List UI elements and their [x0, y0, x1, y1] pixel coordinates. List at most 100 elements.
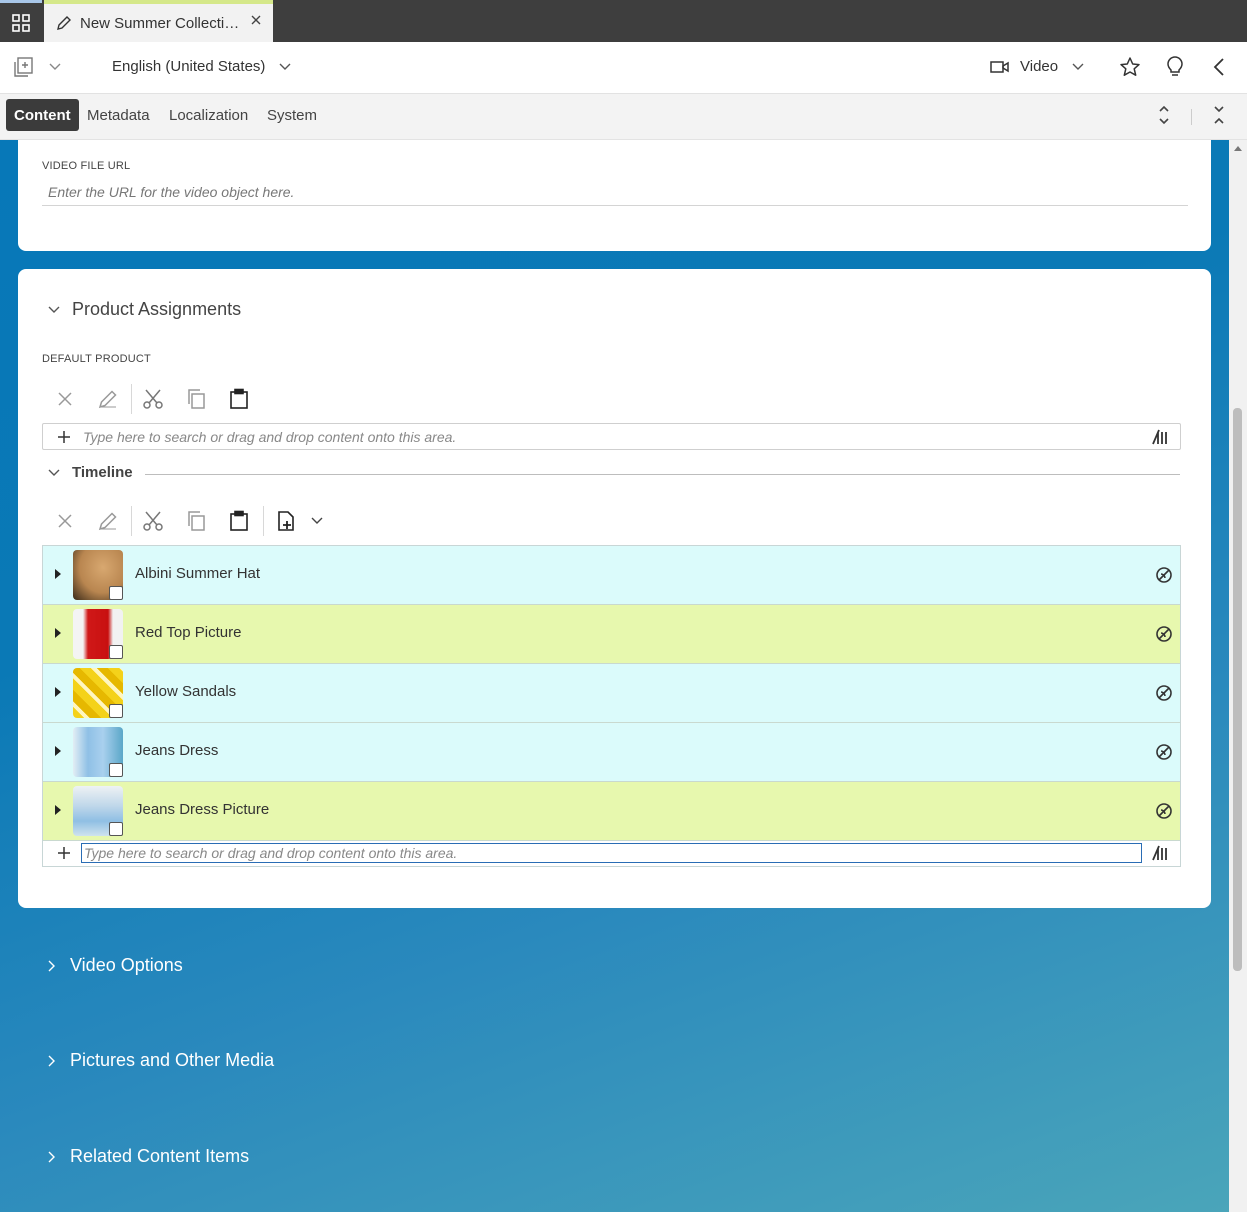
- toolbar-divider: [131, 384, 132, 414]
- list-item[interactable]: Jeans Dress: [43, 723, 1180, 782]
- tab-localization[interactable]: Localization: [169, 99, 248, 131]
- picture-badge-icon: [109, 822, 123, 836]
- tips-button[interactable]: [1165, 56, 1185, 78]
- dropzone-placeholder: Type here to search or drag and drop con…: [83, 429, 457, 445]
- lightbulb-icon: [1167, 56, 1183, 76]
- collapse-panel-button[interactable]: [1212, 57, 1226, 77]
- pencil-icon: [98, 512, 117, 531]
- video-camera-icon: [990, 60, 1009, 73]
- timeline-dropzone[interactable]: Type here to search or drag and drop con…: [43, 841, 1180, 866]
- product-badge-icon: [109, 586, 123, 600]
- collapse-all-button[interactable]: [1212, 99, 1226, 131]
- cut-button[interactable]: [137, 383, 169, 415]
- edit-button[interactable]: [92, 383, 124, 415]
- unpublished-status-icon: [1156, 685, 1172, 701]
- chevron-down-icon: [279, 63, 291, 70]
- scroll-up-arrow-icon[interactable]: [1233, 144, 1243, 152]
- expand-all-button[interactable]: [1157, 99, 1171, 131]
- new-document-icon: [14, 57, 33, 77]
- section-video-options[interactable]: Video Options: [48, 955, 183, 976]
- timeline-paste-button[interactable]: [223, 505, 255, 537]
- unpublished-status-icon: [1156, 567, 1172, 583]
- app-grid-button[interactable]: [0, 0, 42, 42]
- product-assignments-toggle[interactable]: Product Assignments: [48, 299, 241, 320]
- default-product-dropzone[interactable]: Type here to search or drag and drop con…: [42, 423, 1181, 450]
- dropzone-placeholder: Type here to search or drag and drop con…: [84, 845, 458, 861]
- close-icon: [58, 514, 72, 528]
- timeline-toggle[interactable]: Timeline: [48, 464, 133, 481]
- tab-system[interactable]: System: [267, 99, 317, 131]
- library-icon[interactable]: [1152, 845, 1168, 861]
- locale-selector[interactable]: English (United States): [112, 58, 291, 75]
- chevron-down-icon: [48, 469, 60, 476]
- video-file-card: VIDEO FILE URL Enter the URL for the vid…: [18, 140, 1211, 251]
- list-item[interactable]: Albini Summer Hat: [43, 546, 1180, 605]
- clipboard-icon: [230, 510, 248, 531]
- default-product-label: DEFAULT PRODUCT: [42, 353, 151, 365]
- clipboard-icon: [230, 388, 248, 409]
- list-item[interactable]: Jeans Dress Picture: [43, 782, 1180, 841]
- content-type-selector[interactable]: Video: [990, 58, 1084, 75]
- scrollbar-thumb[interactable]: [1233, 408, 1242, 971]
- unpublished-status-icon: [1156, 744, 1172, 760]
- unpublished-status-icon: [1156, 626, 1172, 642]
- section-title: Pictures and Other Media: [70, 1050, 275, 1070]
- list-item[interactable]: Red Top Picture: [43, 605, 1180, 664]
- star-icon: [1120, 57, 1140, 76]
- plus-icon: [58, 847, 70, 859]
- expand-caret-icon[interactable]: [54, 745, 62, 757]
- list-item-label: Red Top Picture: [135, 624, 242, 641]
- chevron-down-icon: [311, 517, 323, 524]
- unpublished-status-icon: [1156, 803, 1172, 819]
- expand-all-icon: [1159, 105, 1169, 125]
- expand-caret-icon[interactable]: [54, 804, 62, 816]
- section-pictures-media[interactable]: Pictures and Other Media: [48, 1050, 274, 1071]
- timeline-search-input[interactable]: Type here to search or drag and drop con…: [81, 843, 1142, 863]
- bookmark-button[interactable]: [1119, 56, 1141, 78]
- remove-button[interactable]: [49, 383, 81, 415]
- list-item-label: Albini Summer Hat: [135, 565, 261, 582]
- content-type-label: Video: [1020, 58, 1059, 75]
- expand-caret-icon[interactable]: [54, 686, 62, 698]
- product-badge-icon: [109, 763, 123, 777]
- document-tab-title: New Summer Collecti…: [80, 14, 240, 32]
- collapse-all-icon: [1214, 106, 1224, 124]
- timeline-new-content-button[interactable]: [270, 505, 328, 537]
- expand-caret-icon[interactable]: [54, 627, 62, 639]
- copy-icon: [188, 511, 205, 531]
- copy-button[interactable]: [180, 383, 212, 415]
- list-item[interactable]: Yellow Sandals: [43, 664, 1180, 723]
- video-file-url-label: VIDEO FILE URL: [42, 160, 131, 172]
- vertical-scrollbar[interactable]: [1229, 140, 1247, 1212]
- tab-metadata[interactable]: Metadata: [87, 99, 150, 131]
- timeline-cut-button[interactable]: [137, 505, 169, 537]
- close-icon[interactable]: [249, 13, 263, 27]
- library-icon[interactable]: [1152, 429, 1168, 445]
- timeline-remove-button[interactable]: [49, 505, 81, 537]
- timeline-copy-button[interactable]: [180, 505, 212, 537]
- tab-content[interactable]: Content: [6, 99, 79, 131]
- top-tab-bar: New Summer Collecti…: [0, 0, 1247, 42]
- grid-icon: [12, 13, 30, 32]
- chevron-right-icon: [48, 1151, 55, 1162]
- video-file-url-input[interactable]: Enter the URL for the video object here.: [42, 178, 1188, 206]
- list-item-label: Jeans Dress: [135, 742, 219, 759]
- timeline-edit-button[interactable]: [92, 505, 124, 537]
- list-item-label: Yellow Sandals: [135, 683, 237, 700]
- paste-button[interactable]: [223, 383, 255, 415]
- new-content-menu-button[interactable]: [13, 56, 61, 78]
- section-title: Related Content Items: [70, 1146, 250, 1166]
- scissors-icon: [143, 511, 163, 531]
- close-icon: [58, 392, 72, 406]
- section-related-content[interactable]: Related Content Items: [48, 1146, 249, 1167]
- section-title: Product Assignments: [72, 299, 242, 319]
- copy-icon: [188, 389, 205, 409]
- document-tab[interactable]: New Summer Collecti…: [44, 0, 273, 42]
- chevron-down-icon: [49, 63, 61, 70]
- expand-caret-icon[interactable]: [54, 568, 62, 580]
- timeline-label: Timeline: [72, 464, 133, 481]
- section-title: Video Options: [70, 955, 183, 975]
- plus-icon: [58, 431, 70, 443]
- toolbar-divider: [263, 506, 264, 536]
- chevron-down-icon: [48, 306, 60, 313]
